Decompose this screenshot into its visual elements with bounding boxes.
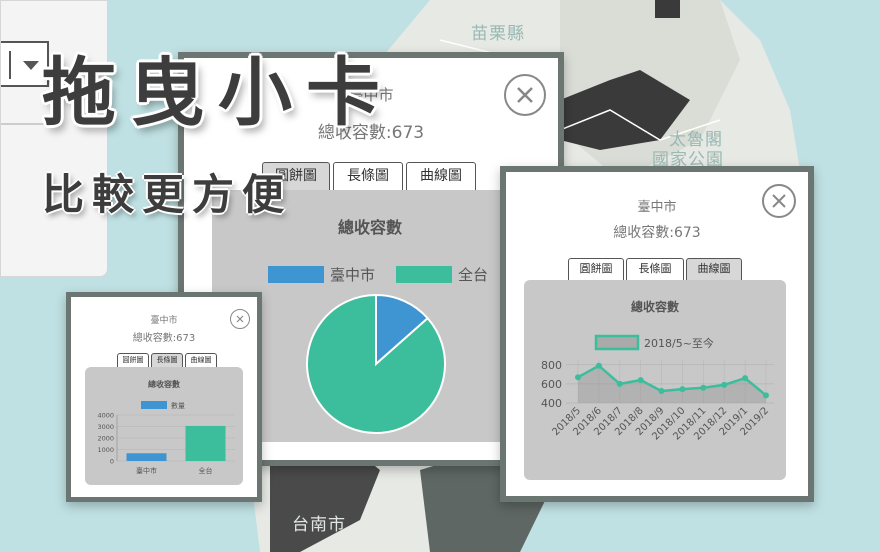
data-point-4 [658,388,665,395]
select-divider [9,51,11,79]
card-subtitle: 總收容數:673 [613,225,701,241]
close-x-glyph [517,87,533,103]
map-label-tainan: 台南市 [292,515,346,535]
legend-label: 數量 [171,401,185,410]
tab-line[interactable]: 曲線圖 [406,162,476,190]
bar-chart: 數量 0 1000 2000 3000 4000 臺中市 全台 [97,401,235,475]
tab-bar[interactable]: 長條圖 [151,353,183,367]
tab-bar[interactable]: 長條圖 [626,258,684,280]
x-tick-label: 臺中市 [136,466,157,475]
data-point-0 [575,374,581,381]
close-icon[interactable] [504,74,546,116]
sidebar-panel [0,0,108,277]
close-x-glyph [236,315,244,323]
y-tick-label: 4000 [97,412,114,420]
legend-label-1: 全台 [458,266,488,284]
data-point-1 [595,362,602,369]
close-icon[interactable] [762,184,796,218]
y-tick-label: 1000 [97,446,114,454]
data-point-8 [742,375,749,382]
tab-bar[interactable]: 長條圖 [333,162,403,190]
headline-title: 拖曳小卡 [42,50,394,136]
legend-swatch [141,401,167,409]
data-point-9 [763,392,769,399]
chart-tabs: 圓餅圖 長條圖 曲線圖 [117,353,217,367]
legend-label: 2018/5~至今 [644,336,714,350]
y-tick-label: 600 [541,378,562,391]
chart-tabs: 圓餅圖 長條圖 曲線圖 [568,258,742,280]
bar-1 [185,425,226,461]
y-tick-label: 3000 [97,423,114,431]
legend-swatch-0 [268,266,324,283]
tab-line[interactable]: 曲線圖 [185,353,217,367]
y-tick-label: 0 [110,458,114,466]
legend-label-0: 臺中市 [330,266,375,284]
headline-subtitle: 比較更方便 [42,170,293,219]
chevron-down-icon[interactable] [23,61,39,70]
x-tick-label: 全台 [199,466,213,475]
data-point-7 [721,381,728,388]
info-card-small[interactable]: 臺中市 總收容數:673 圓餅圖 長條圖 曲線圖 總收容數 數量 0 1000 200… [66,292,262,502]
chart-tabs: 圓餅圖 長條圖 曲線圖 [262,162,476,190]
y-tick-label: 400 [541,397,562,410]
data-point-3 [637,377,644,384]
legend-swatch [594,334,640,351]
line-chart: 2018/5~至今4006008002018/52018/62018/72018… [541,334,774,442]
tab-line[interactable]: 曲線圖 [686,258,742,280]
chart-panel: 總收容數 數量 0 1000 2000 3000 4000 臺中市 全台 [85,367,243,485]
close-x-glyph [772,194,786,208]
info-card-right[interactable]: 臺中市 總收容數:673 圓餅圖 長條圖 曲線圖 總收容數 2018/5~至今 4… [500,166,814,502]
y-tick-label: 2000 [97,435,114,443]
card-subtitle: 總收容數:673 [132,333,196,344]
map-label-miaoli: 苗栗縣 [471,24,525,44]
data-point-6 [700,384,707,391]
tab-pie[interactable]: 圓餅圖 [568,258,624,280]
close-icon[interactable] [230,309,250,329]
y-tick-label: 800 [541,359,562,372]
tab-pie[interactable]: 圓餅圖 [117,353,149,367]
data-point-2 [616,380,623,387]
bar-0 [126,453,167,461]
data-point-5 [679,386,686,393]
chart-panel: 總收容數 2018/5~至今 400 600 800 2018/5 2018/6 2018/… [524,280,786,480]
legend-swatch-1 [396,266,452,283]
